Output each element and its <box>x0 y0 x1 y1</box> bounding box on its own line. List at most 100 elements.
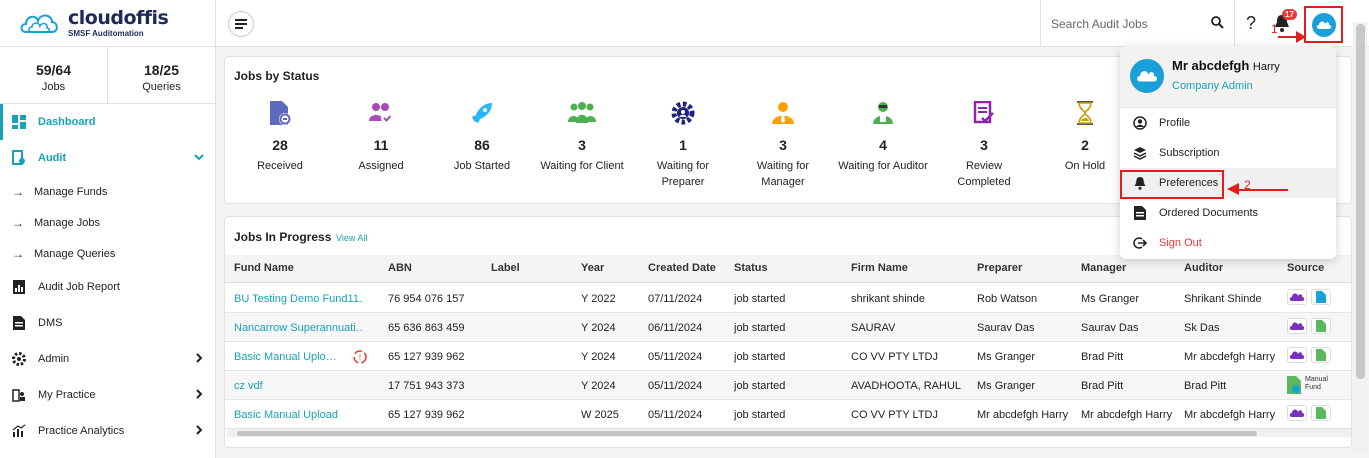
chevron-right-icon[interactable] <box>193 352 205 364</box>
cell-status: job started <box>734 409 786 421</box>
sidebar-item-dashboard[interactable]: Dashboard <box>0 104 215 140</box>
column-header-year[interactable]: Year <box>581 262 604 274</box>
cell-abn: 76 954 076 157 <box>388 293 465 305</box>
cloud-source-icon[interactable] <box>1287 405 1307 421</box>
help-icon[interactable]: ? <box>1246 13 1256 34</box>
column-header-fund-name[interactable]: Fund Name <box>234 262 294 274</box>
profile-avatar-button[interactable] <box>1304 6 1343 43</box>
menu-toggle-button[interactable] <box>228 11 254 37</box>
cell-fund[interactable]: Nancarrow Superannuati… <box>234 322 364 334</box>
sidebar-item-label: Audit <box>38 152 67 164</box>
cell-created: 05/11/2024 <box>648 351 703 363</box>
status-count: 4 <box>879 137 887 153</box>
menu-item-profile[interactable]: Profile <box>1120 108 1336 138</box>
column-header-created-date[interactable]: Created Date <box>648 262 716 274</box>
cell-preparer: Ms Granger <box>977 380 1036 392</box>
chevron-down-icon[interactable] <box>193 151 205 163</box>
table-row[interactable]: Basic Manual Uplo… 65 127 939 962 Y 2024 05… <box>225 342 1351 371</box>
status-item[interactable]: 4 Waiting for Auditor <box>838 99 928 174</box>
cell-fund[interactable]: Basic Manual Uplo… <box>234 351 337 363</box>
source-cell <box>1287 318 1331 334</box>
cell-abn: 65 127 939 962 <box>388 351 465 363</box>
cell-auditor: Sk Das <box>1184 322 1220 334</box>
column-header-label[interactable]: Label <box>491 262 520 274</box>
sidebar-item-audit-job-report[interactable]: Audit Job Report <box>0 269 215 305</box>
status-item[interactable]: 86 Job Started <box>437 99 527 174</box>
table-row[interactable]: BU Testing Demo Fund11… 76 954 076 157 Y 2… <box>225 284 1351 313</box>
cell-fund[interactable]: cz vdf <box>234 380 263 392</box>
cloud-source-icon[interactable] <box>1287 347 1307 363</box>
column-header-firm-name[interactable]: Firm Name <box>851 262 908 274</box>
sidebar-item-manage-funds[interactable]: → Manage Funds <box>0 176 215 207</box>
column-header-status[interactable]: Status <box>734 262 768 274</box>
file-source-icon[interactable] <box>1311 347 1331 363</box>
menu-item-subscription[interactable]: Subscription <box>1120 138 1336 168</box>
profile-header: Mr abcdefgh Harry Company Admin <box>1120 46 1336 108</box>
sync-alert-icon[interactable]: ! <box>352 349 368 365</box>
column-header-manager[interactable]: Manager <box>1081 262 1126 274</box>
sidebar-item-practice-analytics[interactable]: Practice Analytics <box>0 413 215 449</box>
cell-firm: AVADHOOTA, RAHUL <box>851 380 962 392</box>
file-source-icon[interactable] <box>1311 405 1331 421</box>
chevron-right-icon[interactable] <box>193 388 205 400</box>
sidebar-item-dms[interactable]: DMS <box>0 305 215 341</box>
cell-manager: Brad Pitt <box>1081 380 1124 392</box>
cell-fund[interactable]: Basic Manual Upload <box>234 409 338 421</box>
status-label: Review Completed <box>957 160 1011 188</box>
status-count: 86 <box>474 137 490 153</box>
vertical-scrollbar[interactable] <box>1353 22 1367 452</box>
search-icon[interactable] <box>1211 16 1224 29</box>
status-label: Job Started <box>453 160 511 172</box>
cell-fund[interactable]: BU Testing Demo Fund11… <box>234 293 364 305</box>
menu-item-sign-out[interactable]: Sign Out <box>1120 228 1336 258</box>
sidebar-item-manage-queries[interactable]: → Manage Queries <box>0 238 215 269</box>
link-source-icon[interactable] <box>1311 289 1331 305</box>
column-header-abn[interactable]: ABN <box>388 262 412 274</box>
brand-logo[interactable]: cloudoffis SMSF Auditomation <box>0 0 215 47</box>
cell-abn: 17 751 943 373 <box>388 380 465 392</box>
cell-status: job started <box>734 380 786 392</box>
status-item[interactable]: 3 Waiting for Client <box>537 99 627 174</box>
cell-auditor: Mr abcdefgh Harry <box>1184 351 1276 363</box>
group-icon <box>537 99 627 127</box>
column-header-auditor[interactable]: Auditor <box>1184 262 1223 274</box>
practice-icon <box>10 386 28 404</box>
cell-manager: Ms Granger <box>1081 293 1140 305</box>
status-item[interactable]: 28 Received <box>235 99 325 174</box>
sidebar-item-admin[interactable]: Admin <box>0 341 215 377</box>
status-item[interactable]: 2 On Hold <box>1040 99 1130 174</box>
sidebar-item-my-practice[interactable]: My Practice <box>0 377 215 413</box>
source-label: Manual Fund <box>1305 376 1328 391</box>
audit-icon <box>10 149 28 167</box>
status-item[interactable]: 3 Review Completed <box>939 99 1029 190</box>
cloud-source-icon[interactable] <box>1287 318 1307 334</box>
file-source-icon[interactable] <box>1311 318 1331 334</box>
queries-stat[interactable]: 18/25 Queries <box>107 47 215 103</box>
jobs-stat[interactable]: 59/64 Jobs <box>0 47 107 103</box>
profile-last-name: Harry <box>1252 61 1280 73</box>
profile-role: Company Admin <box>1172 80 1253 92</box>
sidebar-item-manage-jobs[interactable]: → Manage Jobs <box>0 207 215 238</box>
cell-preparer: Saurav Das <box>977 322 1035 334</box>
scroll-thumb[interactable] <box>1356 24 1365 379</box>
cloud-source-icon[interactable] <box>1287 289 1307 305</box>
table-row[interactable]: Basic Manual Upload 65 127 939 962 W 2025 0… <box>225 400 1351 429</box>
cell-year: Y 2022 <box>581 293 616 305</box>
menu-item-ordered-documents[interactable]: Ordered Documents <box>1120 198 1336 228</box>
search-input[interactable] <box>1051 16 1201 31</box>
column-header-source[interactable]: Source <box>1287 262 1324 274</box>
table-row[interactable]: cz vdf 17 751 943 373 Y 2024 05/11/2024 job … <box>225 371 1351 400</box>
table-row[interactable]: Nancarrow Superannuati… 65 636 863 459 Y 2… <box>225 313 1351 342</box>
view-all-link[interactable]: View All <box>336 233 367 243</box>
horizontal-scrollbar[interactable] <box>227 428 1351 437</box>
cloud-logo-icon <box>20 14 58 33</box>
scroll-thumb[interactable] <box>237 431 1257 436</box>
sidebar-item-audit[interactable]: Audit <box>0 140 215 176</box>
status-item[interactable]: 11 Assigned <box>336 99 426 174</box>
status-count: 3 <box>779 137 787 153</box>
cell-preparer: Ms Granger <box>977 351 1036 363</box>
chevron-right-icon[interactable] <box>193 424 205 436</box>
status-item[interactable]: 3 Waiting for Manager <box>738 99 828 190</box>
column-header-preparer[interactable]: Preparer <box>977 262 1022 274</box>
status-item[interactable]: 1 Waiting for Preparer <box>638 99 728 190</box>
